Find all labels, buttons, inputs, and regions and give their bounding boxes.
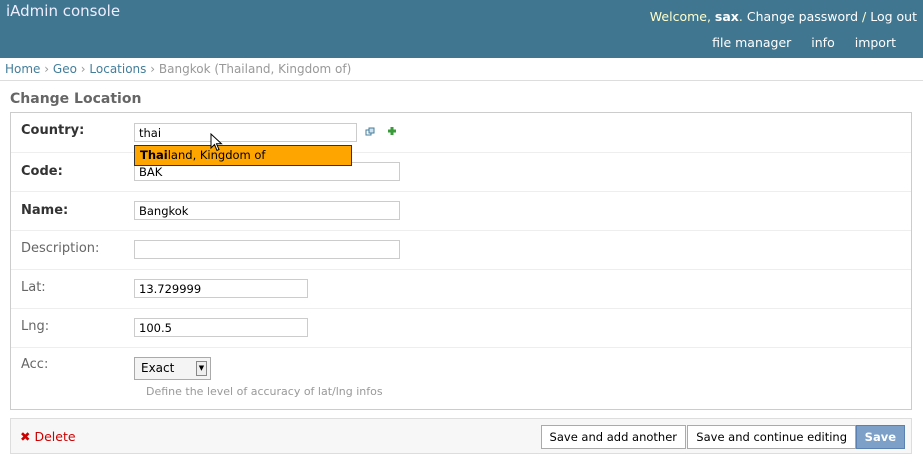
submit-row: ✖ Delete Save and add another Save and c… — [10, 418, 912, 454]
acc-label: Acc: — [21, 357, 49, 372]
info-link[interactable]: info — [811, 35, 834, 50]
change-password-link[interactable]: Change password — [747, 9, 858, 24]
delete-link[interactable]: ✖ Delete — [20, 429, 76, 444]
breadcrumb-separator: › — [150, 62, 156, 76]
mouse-cursor-icon — [210, 132, 223, 156]
welcome-suffix: . — [738, 9, 743, 24]
user-tools-separator: / — [862, 9, 867, 24]
lat-row: Lat: — [11, 269, 911, 309]
description-label: Description: — [21, 241, 100, 256]
page-title: Change Location — [10, 91, 142, 107]
description-row: Description: — [11, 230, 911, 270]
delete-label: Delete — [34, 429, 76, 444]
breadcrumb-locations[interactable]: Locations — [89, 62, 146, 76]
header: iAdmin console Welcome, sax. Change pass… — [0, 0, 923, 58]
welcome-prefix: Welcome, — [649, 9, 715, 24]
lng-input[interactable] — [134, 318, 308, 337]
accuracy-select[interactable]: Exact ▼ — [134, 357, 211, 380]
autocomplete-match: Thai — [140, 148, 168, 162]
name-row: Name: — [11, 191, 911, 231]
save-and-continue-button[interactable]: Save and continue editing — [687, 425, 856, 449]
user-tools: Welcome, sax. Change password / Log out — [650, 9, 917, 24]
lat-input[interactable] — [134, 279, 308, 298]
dropdown-arrow-icon: ▼ — [196, 361, 207, 376]
breadcrumb: Home › Geo › Locations › Bangkok (Thaila… — [0, 58, 923, 81]
lookup-icon[interactable] — [365, 127, 375, 137]
name-label: Name: — [21, 203, 69, 218]
save-button[interactable]: Save — [855, 425, 905, 449]
logout-link[interactable]: Log out — [870, 9, 917, 24]
lng-label: Lng: — [21, 319, 50, 334]
code-label: Code: — [21, 164, 63, 179]
accuracy-select-value: Exact — [141, 361, 175, 375]
tools-nav: file manager info import — [696, 35, 896, 50]
breadcrumb-geo[interactable]: Geo — [53, 62, 77, 76]
name-input[interactable] — [134, 201, 400, 220]
country-autocomplete-option[interactable]: Thailand, Kingdom of — [134, 145, 352, 166]
location-form: Country: Thailand, Kingdom of Code: Name… — [10, 112, 912, 410]
accuracy-help-text: Define the level of accuracy of lat/lng … — [146, 385, 383, 398]
lng-row: Lng: — [11, 308, 911, 348]
country-input[interactable] — [134, 123, 357, 142]
breadcrumb-separator: › — [44, 62, 50, 76]
site-title: iAdmin console — [6, 2, 121, 20]
lat-label: Lat: — [21, 280, 46, 295]
file-manager-link[interactable]: file manager — [712, 35, 791, 50]
country-label: Country: — [21, 123, 85, 138]
description-input[interactable] — [134, 240, 400, 259]
breadcrumb-current: Bangkok (Thailand, Kingdom of) — [158, 62, 352, 76]
username: sax — [714, 9, 739, 24]
delete-x-icon: ✖ — [20, 429, 31, 444]
save-and-add-another-button[interactable]: Save and add another — [540, 425, 686, 449]
add-icon[interactable] — [387, 126, 397, 136]
breadcrumb-separator: › — [80, 62, 86, 76]
import-link[interactable]: import — [855, 35, 896, 50]
breadcrumb-home[interactable]: Home — [5, 62, 40, 76]
